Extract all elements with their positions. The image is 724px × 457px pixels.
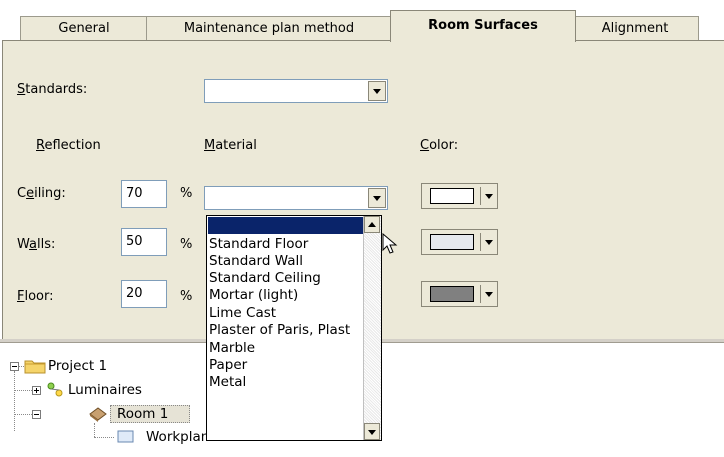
tab-strip: General Maintenance plan method Alignmen… [0, 0, 724, 42]
ceiling-percent-unit: % [180, 186, 193, 201]
luminaires-icon [47, 382, 63, 397]
tree-line [94, 437, 114, 439]
ceiling-label: Ceiling: [17, 186, 66, 201]
divider [480, 285, 481, 303]
tree-line [15, 414, 32, 416]
chevron-down-icon [485, 194, 493, 199]
ceiling-material-combobox[interactable] [204, 186, 388, 210]
material-option[interactable]: Paper [209, 357, 247, 374]
divider [480, 233, 481, 251]
ceiling-color-picker[interactable] [421, 183, 498, 209]
material-option[interactable]: Marble [209, 340, 255, 357]
material-option[interactable]: Metal [209, 374, 246, 391]
material-dropdown-list[interactable]: Standard Floor Standard Wall Standard Ce… [206, 215, 382, 441]
walls-reflection-input[interactable]: 50 [121, 228, 167, 256]
chevron-down-icon [485, 240, 493, 245]
floor-color-picker[interactable] [421, 281, 498, 307]
material-option[interactable]: Standard Ceiling [209, 270, 321, 287]
room-collapse-toggle[interactable] [32, 410, 41, 419]
floor-color-swatch [430, 286, 474, 302]
floor-label: Floor: [17, 289, 54, 304]
walls-color-swatch [430, 234, 474, 250]
floor-percent-unit: % [180, 289, 193, 304]
workplane-icon [117, 430, 134, 443]
color-header: Color: [420, 138, 459, 153]
floor-reflection-input[interactable]: 20 [121, 280, 167, 308]
luminaires-expand-toggle[interactable] [32, 386, 41, 395]
tree-item-room[interactable]: Room 1 [110, 405, 190, 423]
ceiling-color-swatch [430, 188, 474, 204]
tab-alignment[interactable]: Alignment [571, 16, 699, 42]
tab-maintenance-plan-method[interactable]: Maintenance plan method [146, 16, 392, 42]
standards-combobox[interactable] [204, 79, 388, 103]
divider [480, 187, 481, 205]
standards-label: Standards: [17, 82, 88, 97]
standards-dropdown-button[interactable] [368, 81, 386, 101]
material-option[interactable]: Mortar (light) [209, 287, 298, 304]
tree-line [14, 371, 16, 431]
folder-icon [24, 360, 46, 374]
walls-label: Walls: [17, 237, 56, 252]
material-option[interactable]: Lime Cast [209, 305, 276, 322]
mouse-cursor-icon [382, 233, 398, 254]
tab-room-surfaces[interactable]: Room Surfaces [390, 10, 576, 42]
material-option[interactable]: Standard Wall [209, 253, 303, 270]
scroll-down-button[interactable] [364, 423, 380, 440]
room-icon [89, 407, 107, 422]
reflection-header: Reflection [36, 138, 101, 153]
tree-line [94, 423, 96, 437]
tree-item-luminaires[interactable]: Luminaires [68, 382, 142, 398]
walls-percent-unit: % [180, 237, 193, 252]
dropdown-scrollbar[interactable] [363, 216, 381, 440]
material-option[interactable]: Standard Floor [209, 236, 308, 253]
material-option-selected-highlight[interactable] [208, 217, 365, 234]
material-header: Material [204, 138, 257, 153]
material-option[interactable]: Plaster of Paris, Plast [209, 322, 350, 339]
ceiling-reflection-input[interactable]: 70 [121, 180, 167, 208]
tree-line [15, 390, 32, 392]
chevron-down-icon [485, 292, 493, 297]
tab-general[interactable]: General [20, 16, 148, 42]
ceiling-material-dropdown-button[interactable] [368, 188, 386, 208]
walls-color-picker[interactable] [421, 229, 498, 255]
scroll-up-button[interactable] [364, 216, 380, 233]
tree-item-project[interactable]: Project 1 [48, 358, 107, 374]
project-collapse-toggle[interactable] [10, 362, 19, 371]
